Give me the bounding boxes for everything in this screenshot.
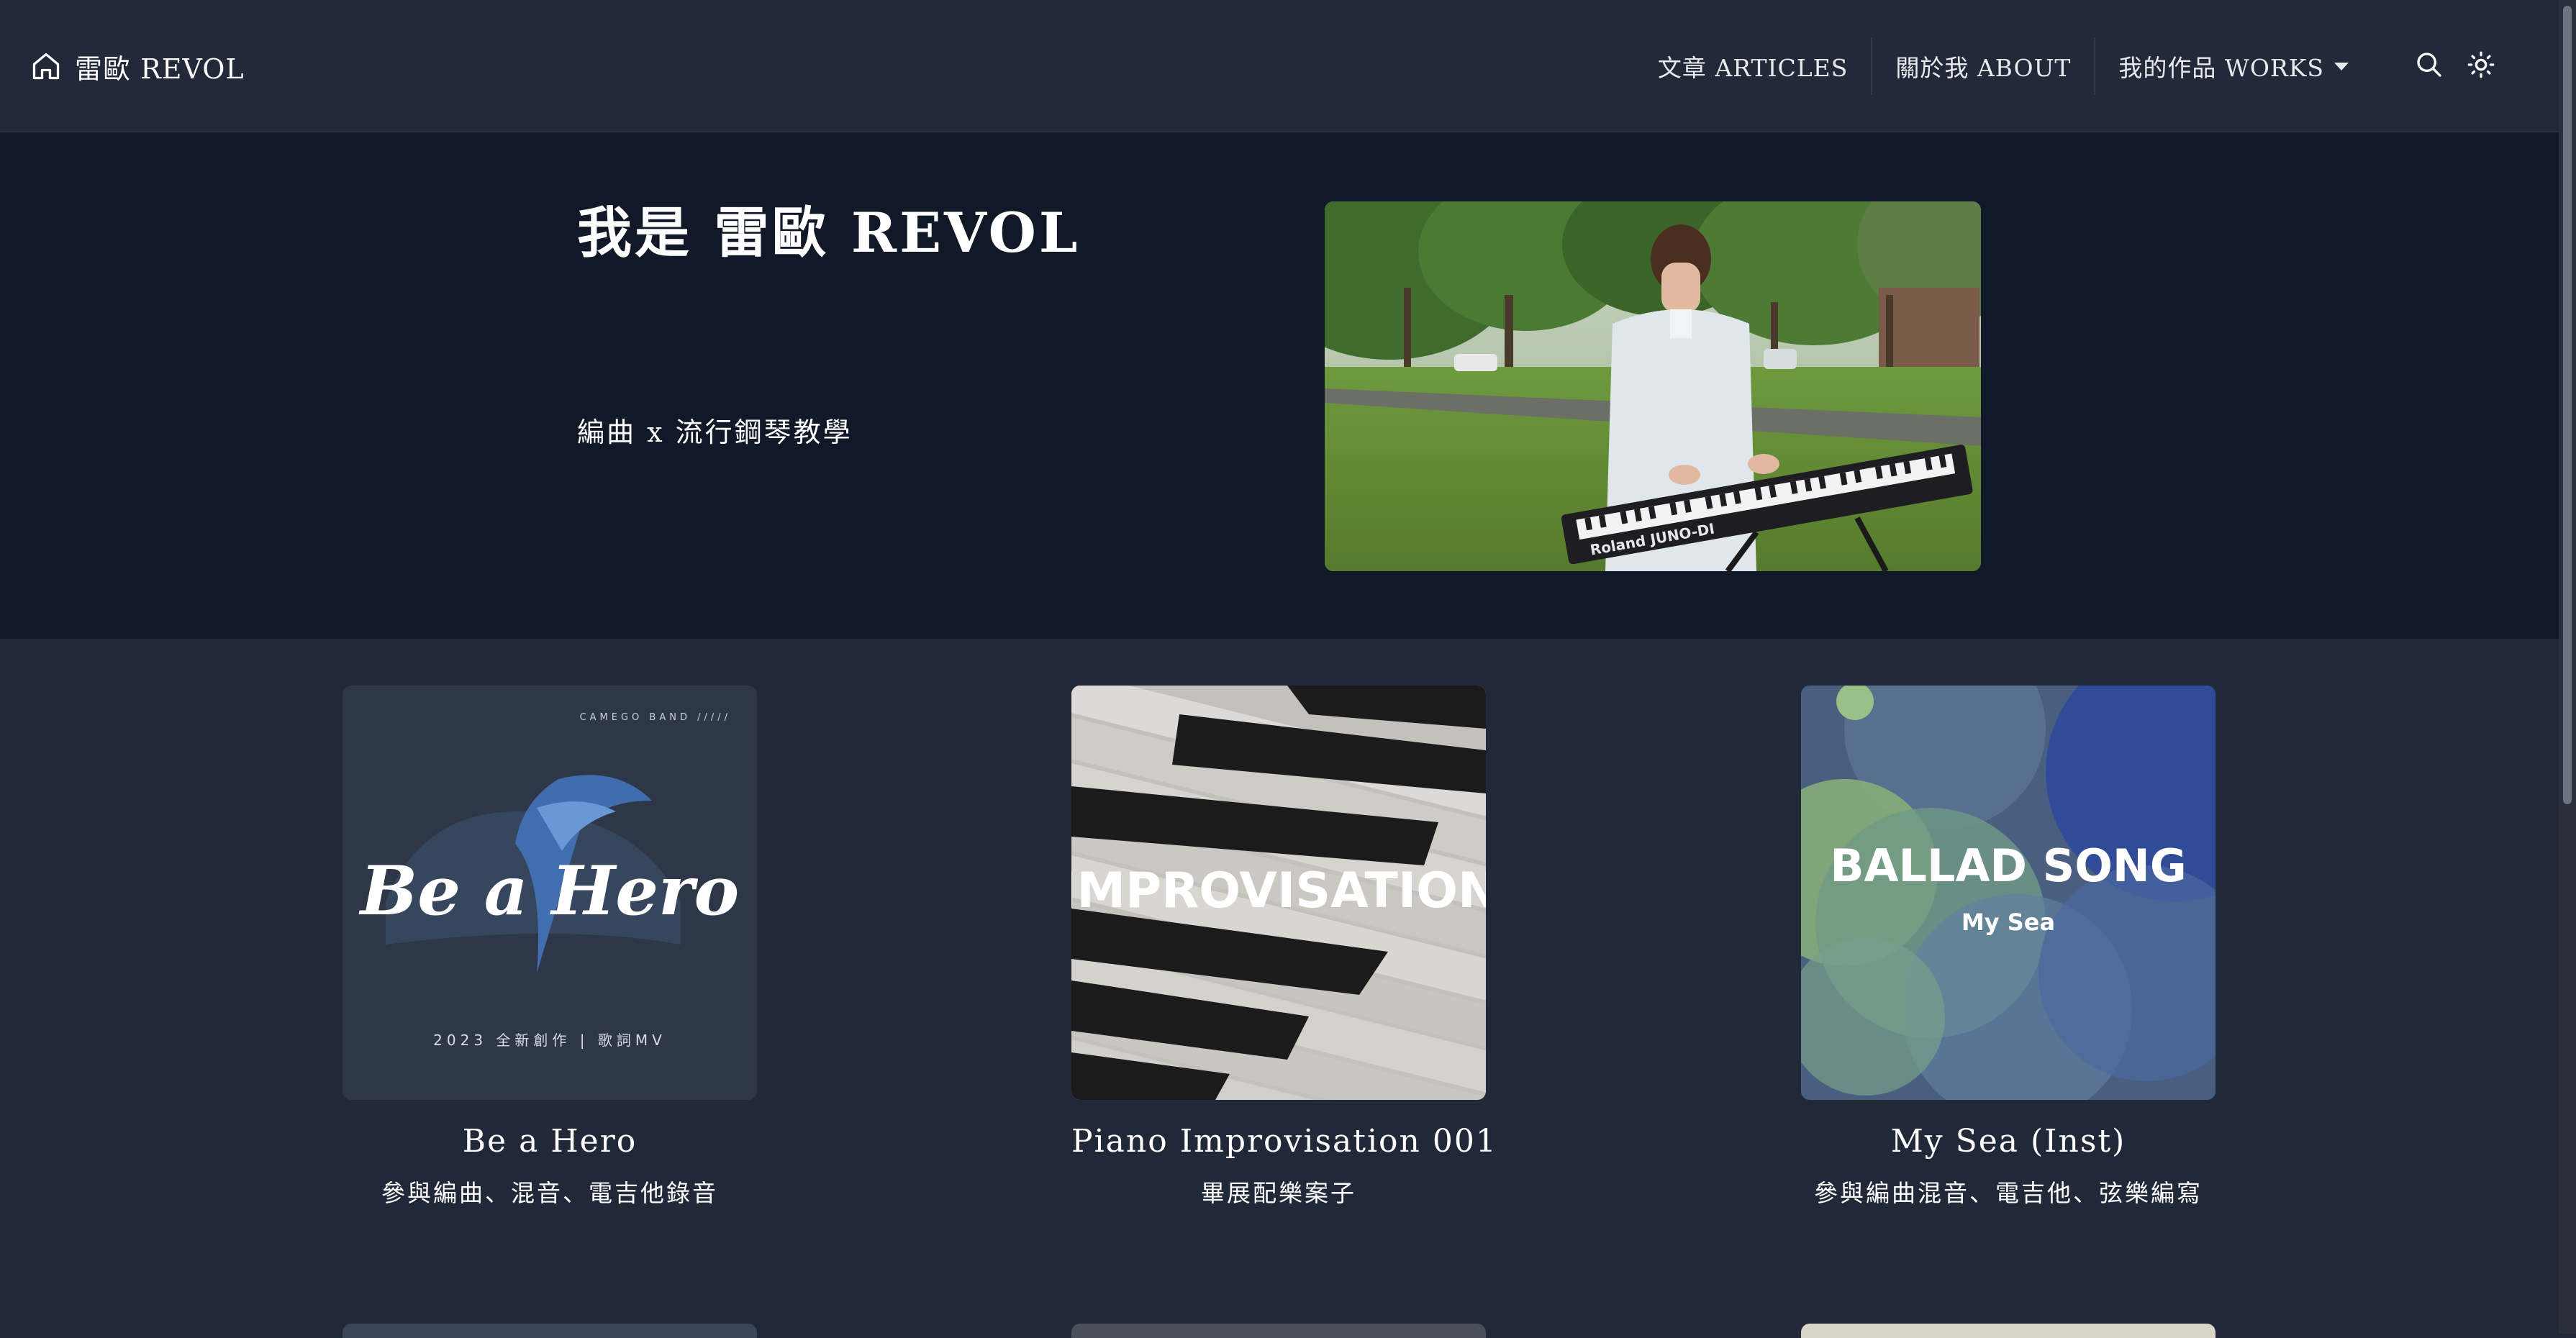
work-title[interactable]: Be a Hero [343,1123,757,1160]
brand-name: 雷歐 REVOL [75,53,245,85]
work-title[interactable]: My Sea (Inst) [1801,1123,2216,1160]
scrollbar-thumb[interactable] [2563,6,2572,804]
nav-menu: 文章 ARTICLES 關於我 ABOUT 我的作品 WORKS [1635,37,2372,95]
work-card-peek[interactable] [1801,1324,2216,1338]
cover-band-name: CAMEGO BAND ///// [580,712,731,723]
cover-caption: 2023 全新創作 | 歌詞MV [433,1032,666,1049]
work-cover-piano-improvisation[interactable]: IMPROVISATION [1071,686,1486,1100]
work-card-my-sea[interactable]: BALLAD SONG My Sea My Sea (Inst) 參與編曲混音、… [1801,686,2216,1209]
nav-articles[interactable]: 文章 ARTICLES [1635,37,1872,95]
cover-title: Be a Hero [358,852,739,931]
hero-title: 我是 雷歐 REVOL [577,201,1081,265]
work-description: 參與編曲混音、電吉他、弦樂編寫 [1814,1179,2203,1207]
work-title[interactable]: Piano Improvisation 001 [1071,1123,1496,1160]
home-icon [32,53,60,80]
nav-about[interactable]: 關於我 ABOUT [1871,37,2094,95]
work-card-piano-improvisation[interactable]: IMPROVISATION Piano Improvisation 001 畢展… [1071,686,1496,1209]
work-description: 參與編曲、混音、電吉他錄音 [381,1179,718,1207]
top-navbar: 雷歐 REVOL 文章 ARTICLES 關於我 ABOUT 我的作品 WORK… [0,0,2559,132]
hero-subtitle: 編曲 x 流行鋼琴教學 [577,417,853,448]
cover-title: IMPROVISATION [1071,863,1486,919]
sun-theme-toggle-icon[interactable] [2467,50,2495,79]
cover-subtitle: My Sea [1962,909,2055,936]
nav-works-dropdown[interactable]: 我的作品 WORKS [2094,37,2372,95]
work-card-peek[interactable] [343,1324,757,1338]
nav-works-label: 我的作品 WORKS [2118,54,2324,82]
work-card-peek[interactable] [1071,1324,1486,1338]
work-card-be-a-hero[interactable]: CAMEGO BAND ///// Be a Hero 2023 全新創作 | … [343,686,757,1209]
work-description: 畢展配樂案子 [1201,1179,1356,1207]
hero-photo: Roland JUNO-DI [1325,201,1981,571]
work-cover-be-a-hero[interactable]: CAMEGO BAND ///// Be a Hero 2023 全新創作 | … [343,686,757,1100]
hero-section [0,132,2559,639]
search-icon[interactable] [2415,50,2444,79]
work-cover-my-sea[interactable]: BALLAD SONG My Sea [1801,686,2216,1100]
home-link[interactable]: 雷歐 REVOL [30,47,245,85]
cover-title: BALLAD SONG [1830,839,2186,892]
caret-down-icon [2334,62,2349,70]
